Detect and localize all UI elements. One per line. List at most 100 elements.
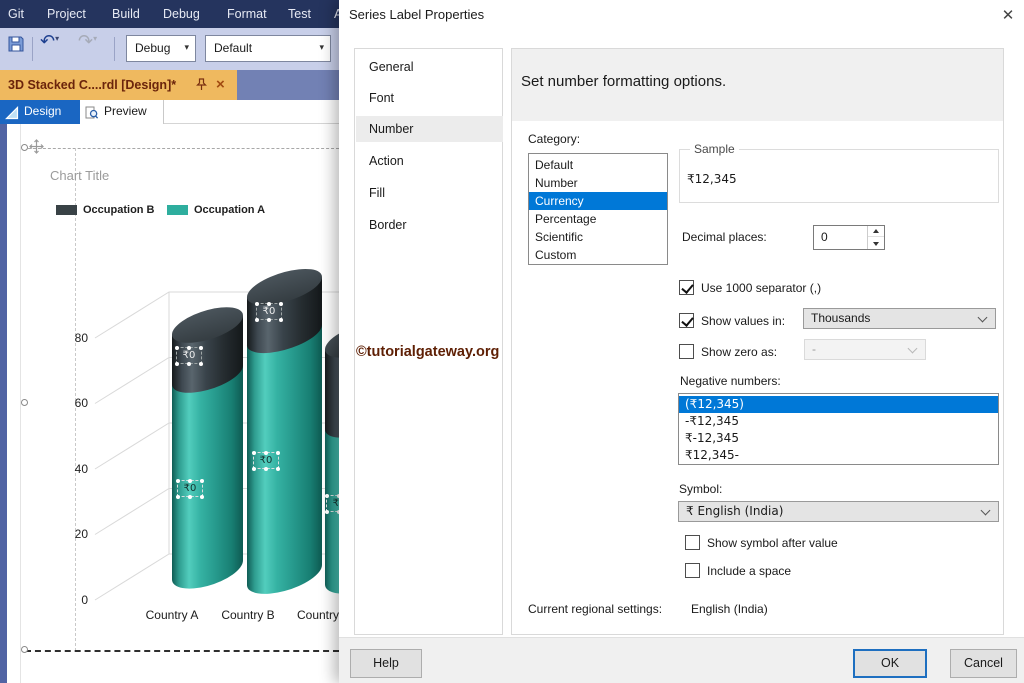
legend-label-occupation-b: Occupation B — [83, 204, 155, 216]
body-selection-border-bottom — [25, 650, 339, 652]
spin-up-icon[interactable] — [868, 226, 884, 237]
negative-option-parens[interactable]: (₹12,345) — [679, 396, 998, 413]
legend-swatch-occupation-b — [56, 205, 77, 215]
nav-item-action[interactable]: Action — [356, 148, 503, 174]
regional-settings-label: Current regional settings: — [528, 602, 662, 616]
cylinder-country-a[interactable] — [172, 300, 243, 595]
solution-platform-select[interactable]: Default ▾ — [205, 35, 331, 62]
menu-item-test[interactable]: Test — [288, 0, 311, 28]
symbol-label: Symbol: — [679, 482, 722, 496]
category-option-default[interactable]: Default — [529, 156, 667, 174]
redo-button[interactable]: ↷▾ — [78, 31, 97, 52]
nav-item-fill[interactable]: Fill — [356, 180, 503, 206]
series-value-label[interactable]: ₹0 — [253, 452, 279, 469]
help-button[interactable]: Help — [350, 649, 422, 678]
negative-numbers-listbox[interactable]: (₹12,345) -₹12,345 ₹-12,345 ₹12,345- — [678, 393, 999, 465]
move-anchor-icon[interactable] — [29, 139, 44, 159]
redo-icon: ↷ — [78, 31, 93, 52]
report-design-surface[interactable]: Chart Title Occupation B Occupation A 80… — [0, 124, 339, 683]
decimal-places-value: 0 — [821, 226, 828, 249]
close-icon[interactable]: ✕ — [996, 3, 1020, 27]
pin-icon[interactable] — [196, 78, 207, 96]
category-option-currency[interactable]: Currency — [529, 192, 667, 210]
show-values-in-select[interactable]: Thousands — [803, 308, 996, 329]
y-axis-tick-0: 0 — [60, 593, 88, 607]
show-symbol-after-value-label: Show symbol after value — [707, 536, 838, 550]
x-axis-label-country-b: Country B — [213, 608, 283, 622]
series-value-label[interactable]: ₹0 — [256, 303, 282, 320]
show-symbol-after-value-checkbox[interactable] — [685, 535, 700, 550]
undo-icon: ↶ — [40, 31, 55, 52]
menu-item-build[interactable]: Build — [112, 0, 140, 28]
selection-handle[interactable] — [21, 144, 28, 151]
dialog-title: Series Label Properties — [349, 7, 484, 22]
include-a-space-label: Include a space — [707, 564, 791, 578]
chevron-down-icon — [981, 506, 991, 516]
tab-preview-label: Preview — [104, 100, 147, 123]
solution-configuration-select[interactable]: Debug ▾ — [126, 35, 196, 62]
nav-item-border[interactable]: Border — [356, 212, 503, 238]
y-axis-tick-60: 60 — [60, 396, 88, 410]
redo-caret-icon[interactable]: ▾ — [93, 34, 97, 43]
nav-item-general[interactable]: General — [356, 54, 503, 80]
tab-preview[interactable]: Preview — [80, 100, 164, 124]
decimal-places-label: Decimal places: — [682, 230, 767, 244]
solution-platform-value: Default — [214, 41, 252, 55]
ok-button[interactable]: OK — [853, 649, 927, 678]
category-option-custom[interactable]: Custom — [529, 246, 667, 264]
selection-handle[interactable] — [21, 399, 28, 406]
sample-groupbox: Sample ₹12,345 — [679, 149, 999, 203]
legend-label-occupation-a: Occupation A — [194, 204, 265, 216]
show-zero-as-label: Show zero as: — [701, 345, 777, 359]
menu-item-git[interactable]: Git — [8, 0, 24, 28]
negative-option-leading-minus[interactable]: -₹12,345 — [679, 413, 998, 430]
negative-option-trailing-minus[interactable]: ₹12,345- — [679, 447, 998, 464]
category-option-number[interactable]: Number — [529, 174, 667, 192]
decimal-places-stepper[interactable]: 0 — [813, 225, 885, 250]
series-value-label[interactable]: ₹0 — [177, 480, 203, 497]
dialog-nav: General Font Number Action Fill Border — [354, 48, 503, 635]
category-option-scientific[interactable]: Scientific — [529, 228, 667, 246]
category-listbox[interactable]: Default Number Currency Percentage Scien… — [528, 153, 668, 265]
solution-configuration-value: Debug — [135, 41, 170, 55]
sample-label: Sample — [690, 142, 739, 156]
legend-swatch-occupation-a — [167, 205, 188, 215]
symbol-value: ₹ English (India) — [686, 504, 783, 518]
y-axis-tick-40: 40 — [60, 462, 88, 476]
include-a-space-checkbox[interactable] — [685, 563, 700, 578]
undo-caret-icon[interactable]: ▾ — [55, 34, 59, 43]
show-values-in-label: Show values in: — [701, 314, 785, 328]
number-format-panel: Set number formatting options. Category:… — [511, 48, 1004, 635]
menu-item-debug[interactable]: Debug — [163, 0, 200, 28]
category-option-percentage[interactable]: Percentage — [529, 210, 667, 228]
cylinder-country-c[interactable] — [325, 316, 339, 601]
selection-handle[interactable] — [21, 646, 28, 653]
use-1000-separator-checkbox[interactable] — [679, 280, 694, 295]
save-button[interactable] — [6, 34, 26, 59]
negative-numbers-label: Negative numbers: — [680, 374, 781, 388]
document-tab-title: 3D Stacked C....rdl [Design]* — [8, 70, 176, 100]
chart-title[interactable]: Chart Title — [50, 168, 109, 183]
use-1000-separator-label: Use 1000 separator (,) — [701, 281, 821, 295]
close-tab-icon[interactable]: × — [216, 70, 225, 99]
negative-option-symbol-minus[interactable]: ₹-12,345 — [679, 430, 998, 447]
y-axis-tick-80: 80 — [60, 331, 88, 345]
nav-item-font[interactable]: Font — [356, 85, 503, 111]
dialog-footer: Help OK Cancel — [339, 637, 1024, 683]
symbol-select[interactable]: ₹ English (India) — [678, 501, 999, 522]
show-values-in-checkbox[interactable] — [679, 313, 694, 328]
nav-item-number[interactable]: Number — [356, 116, 503, 142]
panel-header-text: Set number formatting options. — [521, 73, 726, 90]
spin-down-icon[interactable] — [868, 238, 884, 249]
category-label: Category: — [528, 132, 580, 146]
menu-item-format[interactable]: Format — [227, 0, 267, 28]
save-icon — [6, 34, 26, 54]
series-value-label[interactable]: ₹0 — [326, 495, 339, 512]
tab-design[interactable]: Design — [0, 100, 80, 124]
document-tab[interactable]: 3D Stacked C....rdl [Design]* × — [0, 70, 237, 100]
cancel-button[interactable]: Cancel — [950, 649, 1017, 678]
series-value-label[interactable]: ₹0 — [176, 347, 202, 364]
menu-item-project[interactable]: Project — [47, 0, 86, 28]
show-zero-as-checkbox[interactable] — [679, 344, 694, 359]
undo-button[interactable]: ↶▾ — [40, 31, 59, 52]
